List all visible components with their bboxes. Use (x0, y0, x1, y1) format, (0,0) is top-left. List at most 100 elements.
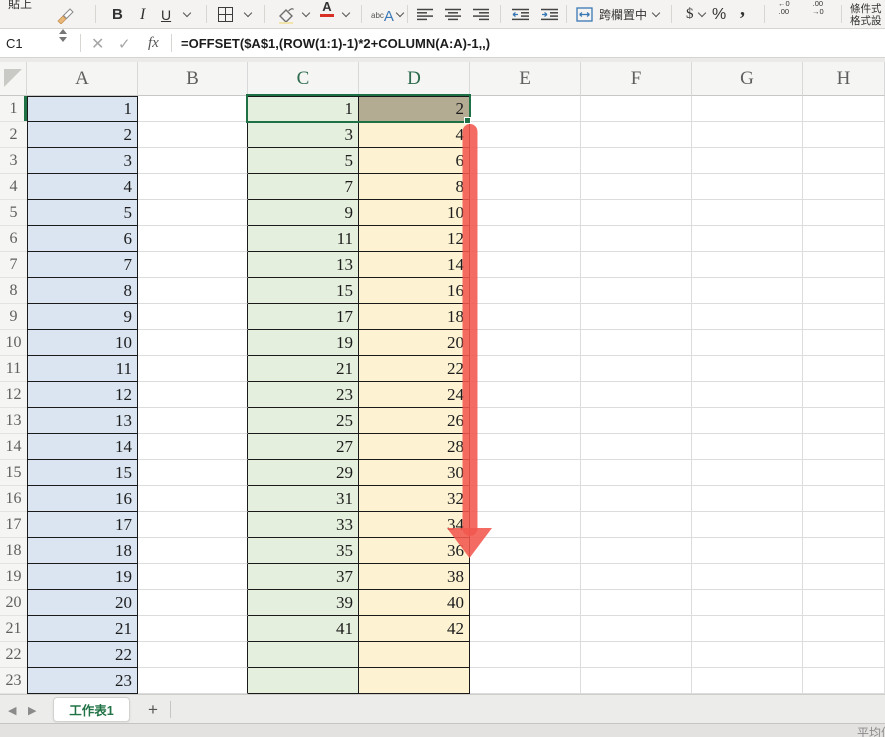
row-header-14[interactable]: 14 (0, 434, 27, 460)
comma-format-button[interactable]: , (740, 0, 745, 23)
cell-G8[interactable] (692, 278, 803, 304)
row-header-21[interactable]: 21 (0, 616, 27, 642)
cell-C7[interactable]: 13 (248, 252, 359, 278)
cell-H19[interactable] (803, 564, 885, 590)
cell-F3[interactable] (581, 148, 692, 174)
cell-E15[interactable] (470, 460, 581, 486)
row-header-11[interactable]: 11 (0, 356, 27, 382)
cell-E8[interactable] (470, 278, 581, 304)
cell-G1[interactable] (692, 96, 803, 122)
cell-D14[interactable]: 28 (359, 434, 470, 460)
cell-H14[interactable] (803, 434, 885, 460)
cell-E19[interactable] (470, 564, 581, 590)
cell-A6[interactable]: 6 (27, 226, 138, 252)
cell-C9[interactable]: 17 (248, 304, 359, 330)
cell-H5[interactable] (803, 200, 885, 226)
cell-G13[interactable] (692, 408, 803, 434)
cell-C13[interactable]: 25 (248, 408, 359, 434)
cell-A3[interactable]: 3 (27, 148, 138, 174)
formula-input[interactable]: =OFFSET($A$1,(ROW(1:1)-1)*2+COLUMN(A:A)-… (181, 29, 490, 58)
cell-C3[interactable]: 5 (248, 148, 359, 174)
cell-A13[interactable]: 13 (27, 408, 138, 434)
cell-A22[interactable]: 22 (27, 642, 138, 668)
row-header-16[interactable]: 16 (0, 486, 27, 512)
cell-F18[interactable] (581, 538, 692, 564)
decrease-indent-button[interactable] (511, 0, 530, 29)
merge-center-button[interactable] (576, 0, 593, 29)
align-left-button[interactable] (416, 0, 434, 29)
cell-H11[interactable] (803, 356, 885, 382)
cell-B10[interactable] (138, 330, 248, 356)
cell-C22[interactable] (248, 642, 359, 668)
cell-E22[interactable] (470, 642, 581, 668)
cell-C14[interactable]: 27 (248, 434, 359, 460)
row-header-10[interactable]: 10 (0, 330, 27, 356)
cell-G17[interactable] (692, 512, 803, 538)
row-header-2[interactable]: 2 (0, 122, 27, 148)
cell-G21[interactable] (692, 616, 803, 642)
cell-D10[interactable]: 20 (359, 330, 470, 356)
cell-B4[interactable] (138, 174, 248, 200)
column-header-B[interactable]: B (138, 62, 248, 96)
cell-E14[interactable] (470, 434, 581, 460)
column-header-D[interactable]: D (359, 62, 470, 96)
cell-D23[interactable] (359, 668, 470, 694)
enter-icon[interactable]: ✓ (118, 29, 131, 58)
cell-G3[interactable] (692, 148, 803, 174)
cell-B12[interactable] (138, 382, 248, 408)
cell-D7[interactable]: 14 (359, 252, 470, 278)
currency-format-button[interactable]: $ (686, 0, 694, 29)
cell-G10[interactable] (692, 330, 803, 356)
cell-F6[interactable] (581, 226, 692, 252)
cell-B13[interactable] (138, 408, 248, 434)
next-sheet-icon[interactable]: ▶ (28, 704, 36, 717)
cell-D6[interactable]: 12 (359, 226, 470, 252)
cell-D16[interactable]: 32 (359, 486, 470, 512)
cell-A7[interactable]: 7 (27, 252, 138, 278)
cell-G12[interactable] (692, 382, 803, 408)
cell-F2[interactable] (581, 122, 692, 148)
add-sheet-button[interactable]: + (142, 697, 164, 722)
cell-F21[interactable] (581, 616, 692, 642)
row-header-22[interactable]: 22 (0, 642, 27, 668)
cell-H10[interactable] (803, 330, 885, 356)
cell-E9[interactable] (470, 304, 581, 330)
cell-B14[interactable] (138, 434, 248, 460)
conditional-formatting-button[interactable]: 條件式 格式設 (850, 0, 882, 29)
cell-A21[interactable]: 21 (27, 616, 138, 642)
cell-F22[interactable] (581, 642, 692, 668)
phonetic-guide-button[interactable]: abcA (371, 0, 394, 29)
cancel-icon[interactable]: ✕ (91, 29, 104, 58)
cell-C11[interactable]: 21 (248, 356, 359, 382)
cell-A2[interactable]: 2 (27, 122, 138, 148)
cell-F16[interactable] (581, 486, 692, 512)
cell-F8[interactable] (581, 278, 692, 304)
row-header-15[interactable]: 15 (0, 460, 27, 486)
cell-D21[interactable]: 42 (359, 616, 470, 642)
spinner-down-icon[interactable] (59, 37, 67, 42)
cell-D9[interactable]: 18 (359, 304, 470, 330)
cell-F5[interactable] (581, 200, 692, 226)
cell-H4[interactable] (803, 174, 885, 200)
cell-B15[interactable] (138, 460, 248, 486)
column-header-E[interactable]: E (470, 62, 581, 96)
cell-D13[interactable]: 26 (359, 408, 470, 434)
cell-H1[interactable] (803, 96, 885, 122)
row-header-19[interactable]: 19 (0, 564, 27, 590)
cell-H18[interactable] (803, 538, 885, 564)
cell-G20[interactable] (692, 590, 803, 616)
cell-E20[interactable] (470, 590, 581, 616)
row-header-7[interactable]: 7 (0, 252, 27, 278)
cell-H3[interactable] (803, 148, 885, 174)
cell-G15[interactable] (692, 460, 803, 486)
cell-D20[interactable]: 40 (359, 590, 470, 616)
cell-F20[interactable] (581, 590, 692, 616)
paste-button[interactable]: 貼上 (8, 0, 32, 12)
cell-F14[interactable] (581, 434, 692, 460)
cell-B6[interactable] (138, 226, 248, 252)
cell-A17[interactable]: 17 (27, 512, 138, 538)
cell-F1[interactable] (581, 96, 692, 122)
cell-D19[interactable]: 38 (359, 564, 470, 590)
increase-decimal-button[interactable]: ←0 .00 (778, 0, 790, 29)
spinner-up-icon[interactable] (59, 29, 67, 34)
